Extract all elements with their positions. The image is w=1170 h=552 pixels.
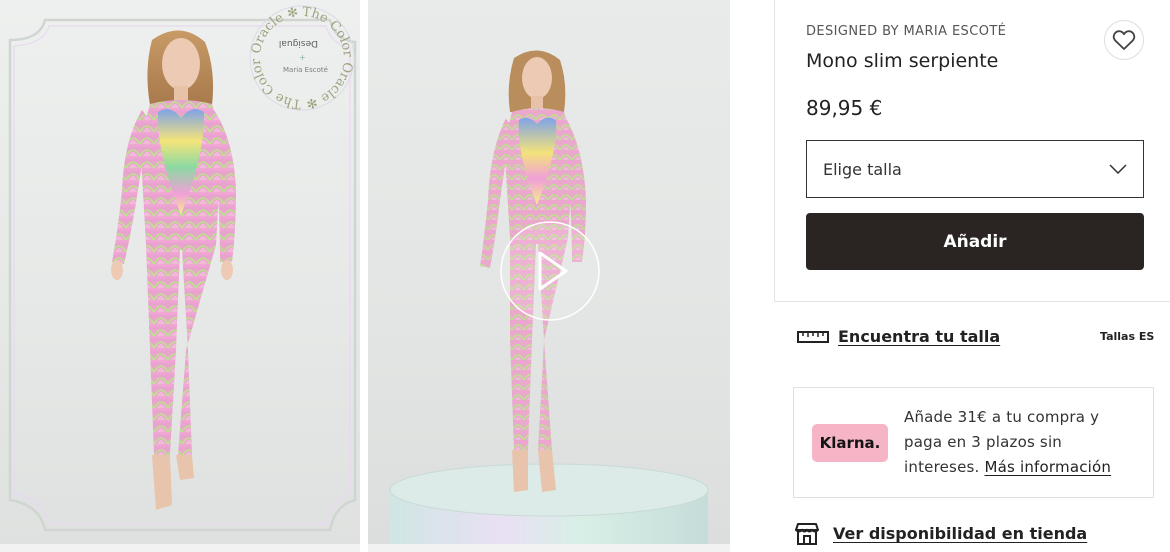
ruler-icon [797,331,829,343]
size-region-label: Tallas ES [1100,330,1155,343]
size-select-value: Elige talla [823,159,902,179]
favorite-button[interactable] [1104,20,1144,60]
model-illustration-front: The Color Oracle ✻ The Color Oracle ✻ De… [8,5,357,532]
add-to-cart-button[interactable]: Añadir [806,213,1144,270]
watermark-brand: Desigual [279,38,318,48]
watermark-collab: Maria Escoté [283,66,328,74]
size-select[interactable]: Elige talla [806,140,1144,198]
store-icon [795,523,819,545]
klarna-installments-box: Klarna. Añade 31€ a tu compra y paga en … [793,387,1154,498]
store-availability-link[interactable]: Ver disponibilidad en tienda [833,524,1087,543]
watermark-plus: + [299,53,306,62]
play-icon[interactable] [500,221,600,321]
find-size-link[interactable]: Encuentra tu talla [838,327,1000,346]
product-video-thumbnail[interactable] [368,0,730,544]
product-title: Mono slim serpiente [806,50,999,72]
model-illustration-pedestal [389,50,709,544]
klarna-message-block: Añade 31€ a tu compra y paga en 3 plazos… [904,405,1140,480]
heart-icon [1112,30,1136,50]
product-designer: DESIGNED BY MARIA ESCOTÉ [806,24,1007,39]
product-info-card: DESIGNED BY MARIA ESCOTÉ Mono slim serpi… [774,0,1170,302]
product-image-1[interactable]: The Color Oracle ✻ The Color Oracle ✻ De… [0,0,360,544]
klarna-more-info-link[interactable]: Más información [984,458,1111,476]
chevron-down-icon [1109,164,1127,174]
gallery-strip-2 [368,544,730,552]
gallery-strip-1 [0,544,360,552]
product-price: 89,95 € [806,96,883,120]
klarna-logo: Klarna. [812,424,888,462]
